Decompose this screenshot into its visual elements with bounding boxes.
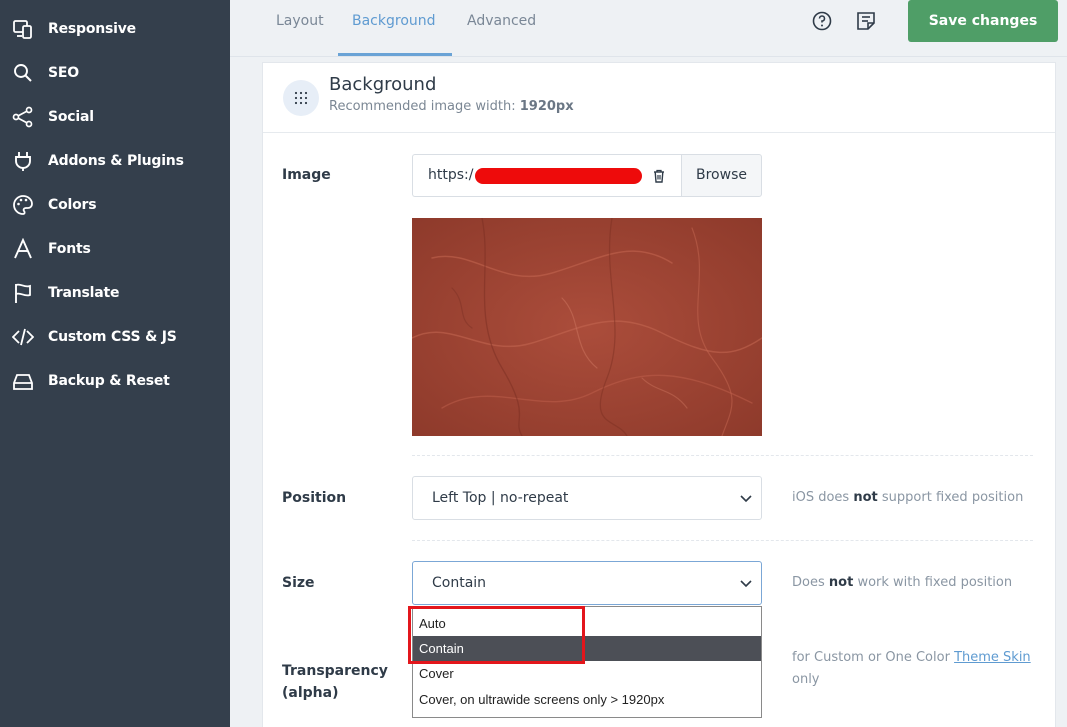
wrinkled-texture xyxy=(412,218,762,436)
notes-icon[interactable] xyxy=(855,10,877,32)
font-icon xyxy=(14,238,32,259)
hint-text: for Custom or One Color xyxy=(792,650,950,665)
sidebar-item-seo[interactable]: SEO xyxy=(0,51,230,95)
sidebar: Responsive SEO Social Addons & Plugins C… xyxy=(0,0,230,727)
size-select[interactable]: Contain xyxy=(412,561,762,605)
subtitle-value: 1920px xyxy=(519,99,574,114)
position-value: Left Top | no-repeat xyxy=(432,490,569,506)
top-bar: Layout Background Advanced Save changes xyxy=(230,0,1067,57)
trash-icon[interactable] xyxy=(651,168,667,184)
hard-drive-icon xyxy=(13,374,33,390)
settings-card: Background Recommended image width: 1920… xyxy=(262,62,1056,727)
sidebar-item-fonts[interactable]: Fonts xyxy=(0,227,230,271)
sidebar-item-label: Fonts xyxy=(48,241,91,257)
grid-dots-icon xyxy=(294,91,308,105)
divider xyxy=(412,540,1033,541)
browse-button[interactable]: Browse xyxy=(681,154,762,197)
sidebar-item-social[interactable]: Social xyxy=(0,95,230,139)
help-circle-icon[interactable] xyxy=(811,10,833,32)
sidebar-item-custom-css-js[interactable]: Custom CSS & JS xyxy=(0,315,230,359)
transparency-hint: for Custom or One Color Theme Skin only xyxy=(792,647,1042,691)
sidebar-item-label: Custom CSS & JS xyxy=(48,329,177,345)
size-option-cover[interactable]: Cover xyxy=(413,661,761,686)
transparency-label: Transparency (alpha) xyxy=(282,660,388,704)
highlight-box xyxy=(408,606,585,664)
search-icon xyxy=(14,64,32,82)
save-changes-button[interactable]: Save changes xyxy=(908,0,1058,42)
hint-text: support fixed position xyxy=(881,490,1024,505)
subtitle-prefix: Recommended image width: xyxy=(329,99,516,114)
position-label: Position xyxy=(282,490,347,506)
sidebar-item-label: Translate xyxy=(48,285,120,301)
section-icon-wrap xyxy=(283,80,319,116)
size-value: Contain xyxy=(432,575,487,591)
hint-text: only xyxy=(792,672,820,687)
image-label: Image xyxy=(282,167,331,183)
flag-icon xyxy=(15,283,31,303)
image-url-input[interactable]: https:/ xyxy=(412,154,681,197)
image-url-text: https:/ xyxy=(428,167,474,183)
sidebar-item-label: Responsive xyxy=(48,21,136,37)
sidebar-item-label: SEO xyxy=(48,65,79,81)
sidebar-item-label: Social xyxy=(48,109,94,125)
divider xyxy=(412,455,1033,456)
sidebar-item-label: Colors xyxy=(48,197,97,213)
tab-layout[interactable]: Layout xyxy=(276,0,324,57)
tab-background[interactable]: Background xyxy=(352,0,436,57)
size-label: Size xyxy=(282,575,315,591)
background-image-preview xyxy=(412,218,762,436)
label-line: (alpha) xyxy=(282,685,339,701)
plug-icon xyxy=(15,152,31,171)
sidebar-item-backup-reset[interactable]: Backup & Reset xyxy=(0,359,230,403)
sidebar-item-translate[interactable]: Translate xyxy=(0,271,230,315)
sidebar-item-label: Backup & Reset xyxy=(48,373,170,389)
hint-bold: not xyxy=(853,490,878,505)
sidebar-item-label: Addons & Plugins xyxy=(48,153,184,169)
sidebar-item-responsive[interactable]: Responsive xyxy=(0,7,230,51)
tab-advanced[interactable]: Advanced xyxy=(467,0,536,57)
size-hint: Does not work with fixed position xyxy=(792,572,1012,594)
chevron-down-icon xyxy=(740,495,752,503)
palette-icon xyxy=(13,195,33,215)
position-select[interactable]: Left Top | no-repeat xyxy=(412,476,762,520)
sidebar-item-colors[interactable]: Colors xyxy=(0,183,230,227)
redaction-mark xyxy=(475,168,642,184)
size-option-cover-ultrawide[interactable]: Cover, on ultrawide screens only > 1920p… xyxy=(413,687,761,712)
code-icon xyxy=(12,328,34,346)
responsive-icon xyxy=(13,20,32,39)
chevron-down-icon xyxy=(740,580,752,588)
theme-skin-link[interactable]: Theme Skin xyxy=(954,650,1031,665)
position-hint: iOS does not support fixed position xyxy=(792,487,1023,509)
section-subtitle: Recommended image width: 1920px xyxy=(329,99,574,114)
label-line: Transparency xyxy=(282,663,388,679)
section-header: Background Recommended image width: 1920… xyxy=(263,63,1055,133)
sidebar-item-addons[interactable]: Addons & Plugins xyxy=(0,139,230,183)
share-icon xyxy=(12,106,33,128)
hint-text: iOS does xyxy=(792,490,850,505)
active-tab-indicator xyxy=(338,53,452,56)
hint-text: Does xyxy=(792,575,825,590)
section-title: Background xyxy=(329,74,437,95)
hint-bold: not xyxy=(828,575,854,590)
hint-text: work with fixed position xyxy=(857,575,1013,590)
